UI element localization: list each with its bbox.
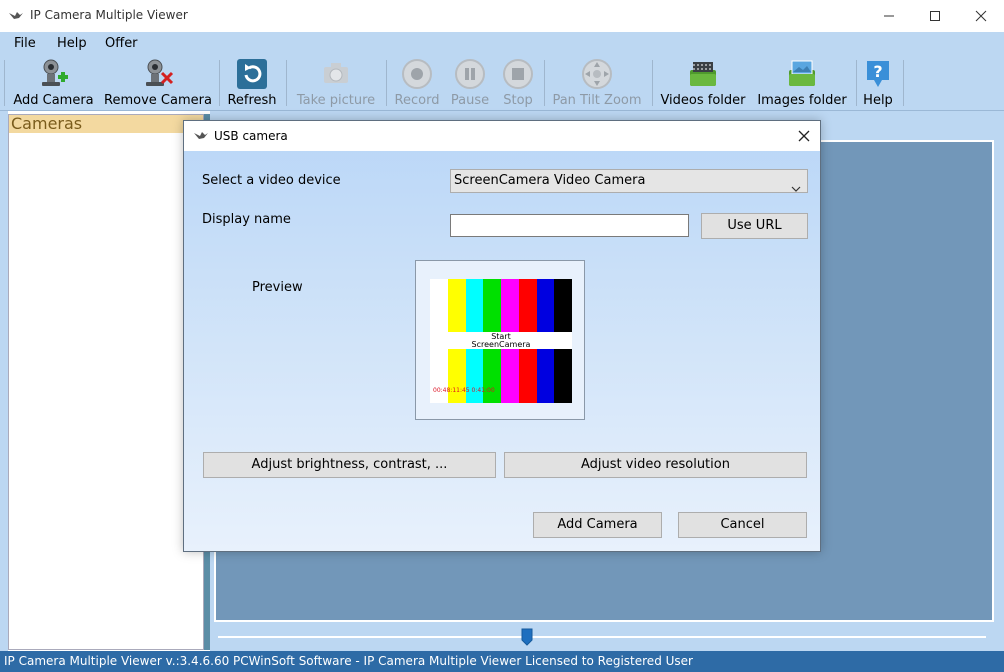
dialog-bird-icon — [193, 129, 209, 143]
timeline-track[interactable] — [218, 636, 986, 638]
dialog-title: USB camera — [214, 129, 288, 143]
take-picture-toolbar-button[interactable]: Take picture — [291, 56, 381, 110]
refresh-icon — [235, 57, 269, 91]
pan-tilt-zoom-icon — [580, 57, 614, 91]
left-gutter — [0, 111, 8, 651]
pause-toolbar-button[interactable]: Pause — [446, 56, 494, 110]
menu-offer[interactable]: Offer — [105, 36, 138, 51]
display-name-label: Display name — [202, 212, 291, 227]
toolbar-separator — [386, 60, 387, 106]
status-bar: IP Camera Multiple Viewer v.:3.4.6.60 PC… — [0, 651, 1004, 672]
stop-toolbar-button[interactable]: Stop — [497, 56, 539, 110]
video-device-label: Select a video device — [202, 173, 341, 188]
toolbar: Add Camera Remove Camera Refresh Take pi… — [0, 56, 1004, 111]
display-name-field[interactable] — [450, 214, 689, 237]
cameras-header: Cameras — [9, 115, 203, 133]
adjust-resolution-button[interactable]: Adjust video resolution — [504, 452, 807, 478]
stop-icon — [501, 57, 535, 91]
videos-folder-toolbar-button[interactable]: Videos folder — [657, 56, 749, 110]
remove-camera-toolbar-button[interactable]: Remove Camera — [102, 56, 214, 110]
use-url-button[interactable]: Use URL — [701, 213, 808, 239]
svg-text:?: ? — [873, 62, 882, 81]
app-bird-icon — [8, 8, 24, 24]
help-icon: ? — [861, 57, 895, 91]
help-toolbar-button[interactable]: ? Help — [860, 56, 896, 110]
timeline-slider-thumb[interactable] — [521, 628, 533, 646]
record-toolbar-button[interactable]: Record — [391, 56, 443, 110]
toolbar-separator — [652, 60, 653, 106]
cancel-button[interactable]: Cancel — [678, 512, 807, 538]
videos-folder-label: Videos folder — [660, 93, 746, 108]
dialog-close-icon[interactable] — [796, 128, 812, 144]
videos-folder-icon — [686, 57, 720, 91]
remove-camera-label: Remove Camera — [104, 93, 212, 108]
menu-help[interactable]: Help — [57, 36, 87, 51]
add-camera-label: Add Camera — [13, 93, 94, 108]
help-label: Help — [863, 93, 893, 108]
cameras-panel[interactable]: Cameras — [8, 114, 204, 650]
take-picture-icon — [319, 57, 353, 91]
record-label: Record — [394, 93, 440, 108]
preview-label: Preview — [252, 280, 303, 295]
video-device-select[interactable]: ScreenCamera Video Camera — [450, 169, 808, 193]
close-window-button[interactable] — [958, 0, 1004, 32]
add-camera-button[interactable]: Add Camera — [533, 512, 662, 538]
add-camera-toolbar-button[interactable]: Add Camera — [11, 56, 96, 110]
images-folder-label: Images folder — [757, 93, 847, 108]
menu-file[interactable]: File — [14, 36, 36, 51]
refresh-toolbar-button[interactable]: Refresh — [224, 56, 280, 110]
pan-tilt-zoom-toolbar-button[interactable]: Pan Tilt Zoom — [548, 56, 646, 110]
window-title: IP Camera Multiple Viewer — [30, 8, 188, 22]
adjust-brightness-button[interactable]: Adjust brightness, contrast, ... — [203, 452, 496, 478]
images-folder-toolbar-button[interactable]: Images folder — [754, 56, 850, 110]
images-folder-icon — [785, 57, 819, 91]
pause-icon — [453, 57, 487, 91]
pause-label: Pause — [450, 93, 490, 108]
toolbar-separator — [544, 60, 545, 106]
toolbar-separator — [856, 60, 857, 106]
add-camera-icon — [37, 57, 71, 91]
toolbar-separator — [286, 60, 287, 106]
preview-timestamp: 00:48:11:45 0:41:00 — [433, 387, 495, 394]
record-icon — [400, 57, 434, 91]
dialog-titlebar: USB camera — [184, 121, 820, 151]
menu-bar: File Help Offer — [0, 32, 1004, 56]
toolbar-grip — [4, 60, 5, 106]
refresh-label: Refresh — [227, 93, 277, 108]
video-device-value: ScreenCamera Video Camera — [454, 173, 646, 188]
stop-label: Stop — [503, 93, 533, 108]
remove-camera-icon — [141, 57, 175, 91]
toolbar-separator — [219, 60, 220, 106]
minimize-button[interactable] — [866, 0, 912, 32]
take-picture-label: Take picture — [296, 93, 376, 108]
usb-camera-dialog: USB camera Select a video device ScreenC… — [183, 120, 821, 552]
preview-test-card: Start ScreenCamera 00:48:11:45 0:41:00 — [430, 279, 572, 403]
pan-tilt-zoom-label: Pan Tilt Zoom — [552, 93, 642, 108]
toolbar-separator — [903, 60, 904, 106]
preview-caption-line2: ScreenCamera — [471, 340, 531, 349]
maximize-button[interactable] — [912, 0, 958, 32]
window-titlebar: IP Camera Multiple Viewer — [0, 0, 1004, 32]
preview-frame: Start ScreenCamera 00:48:11:45 0:41:00 — [415, 260, 585, 420]
chevron-down-icon — [791, 178, 801, 192]
